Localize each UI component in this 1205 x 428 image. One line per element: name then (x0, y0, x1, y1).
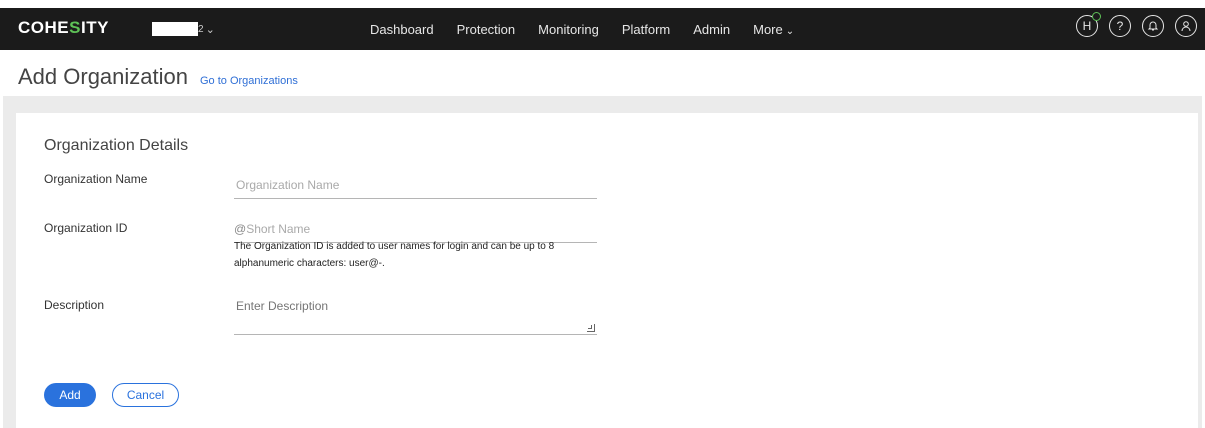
health-ok-badge (1092, 12, 1101, 21)
go-to-organizations-link[interactable]: Go to Organizations (200, 75, 298, 87)
header-icons: H ? (1065, 12, 1197, 37)
nav-protection[interactable]: Protection (457, 22, 516, 37)
nav-dashboard[interactable]: Dashboard (370, 22, 434, 37)
user-glyph (1181, 21, 1191, 32)
organization-form-card: Organization Details Organization Name O… (16, 113, 1198, 428)
description-field (234, 295, 597, 335)
user-icon[interactable] (1175, 15, 1197, 37)
nav-admin[interactable]: Admin (693, 22, 730, 37)
cohesity-logo[interactable]: COHESITY (18, 18, 109, 38)
resize-handle-icon[interactable] (587, 324, 595, 332)
health-icon-letter: H (1082, 19, 1092, 33)
help-icon[interactable]: ? (1109, 15, 1131, 37)
cancel-button[interactable]: Cancel (112, 383, 179, 407)
organization-id-hint: The Organization ID is added to user nam… (234, 241, 555, 269)
description-textarea[interactable] (234, 295, 597, 335)
cluster-name-redacted (152, 22, 198, 36)
nav-monitoring[interactable]: Monitoring (538, 22, 599, 37)
top-navbar: COHESITY 2 ⌄ Dashboard Protection Monito… (0, 0, 1205, 50)
cluster-selector[interactable]: 2 ⌄ (152, 19, 215, 39)
organization-name-input[interactable] (234, 178, 597, 198)
nav-platform[interactable]: Platform (622, 22, 670, 37)
chevron-down-icon: ⌄ (205, 23, 215, 36)
description-label: Description (44, 298, 105, 312)
main-nav: Dashboard Protection Monitoring Platform… (370, 8, 817, 50)
bell-icon[interactable] (1142, 15, 1164, 37)
organization-name-label: Organization Name (44, 172, 148, 186)
nav-more-label: More (753, 21, 783, 37)
organization-id-label: Organization ID (44, 221, 128, 235)
add-button[interactable]: Add (44, 383, 96, 407)
page-header: Add Organization Go to Organizations (18, 64, 298, 90)
page-title: Add Organization (18, 64, 188, 89)
cluster-name-suffix: 2 (198, 23, 204, 35)
bell-glyph (1147, 21, 1159, 31)
section-title: Organization Details (44, 137, 189, 154)
help-icon-glyph: ? (1116, 19, 1124, 33)
nav-more[interactable]: More ⌄ (753, 22, 794, 37)
chevron-down-icon: ⌄ (785, 25, 795, 37)
organization-name-field (234, 176, 597, 199)
health-icon[interactable]: H (1076, 12, 1101, 37)
